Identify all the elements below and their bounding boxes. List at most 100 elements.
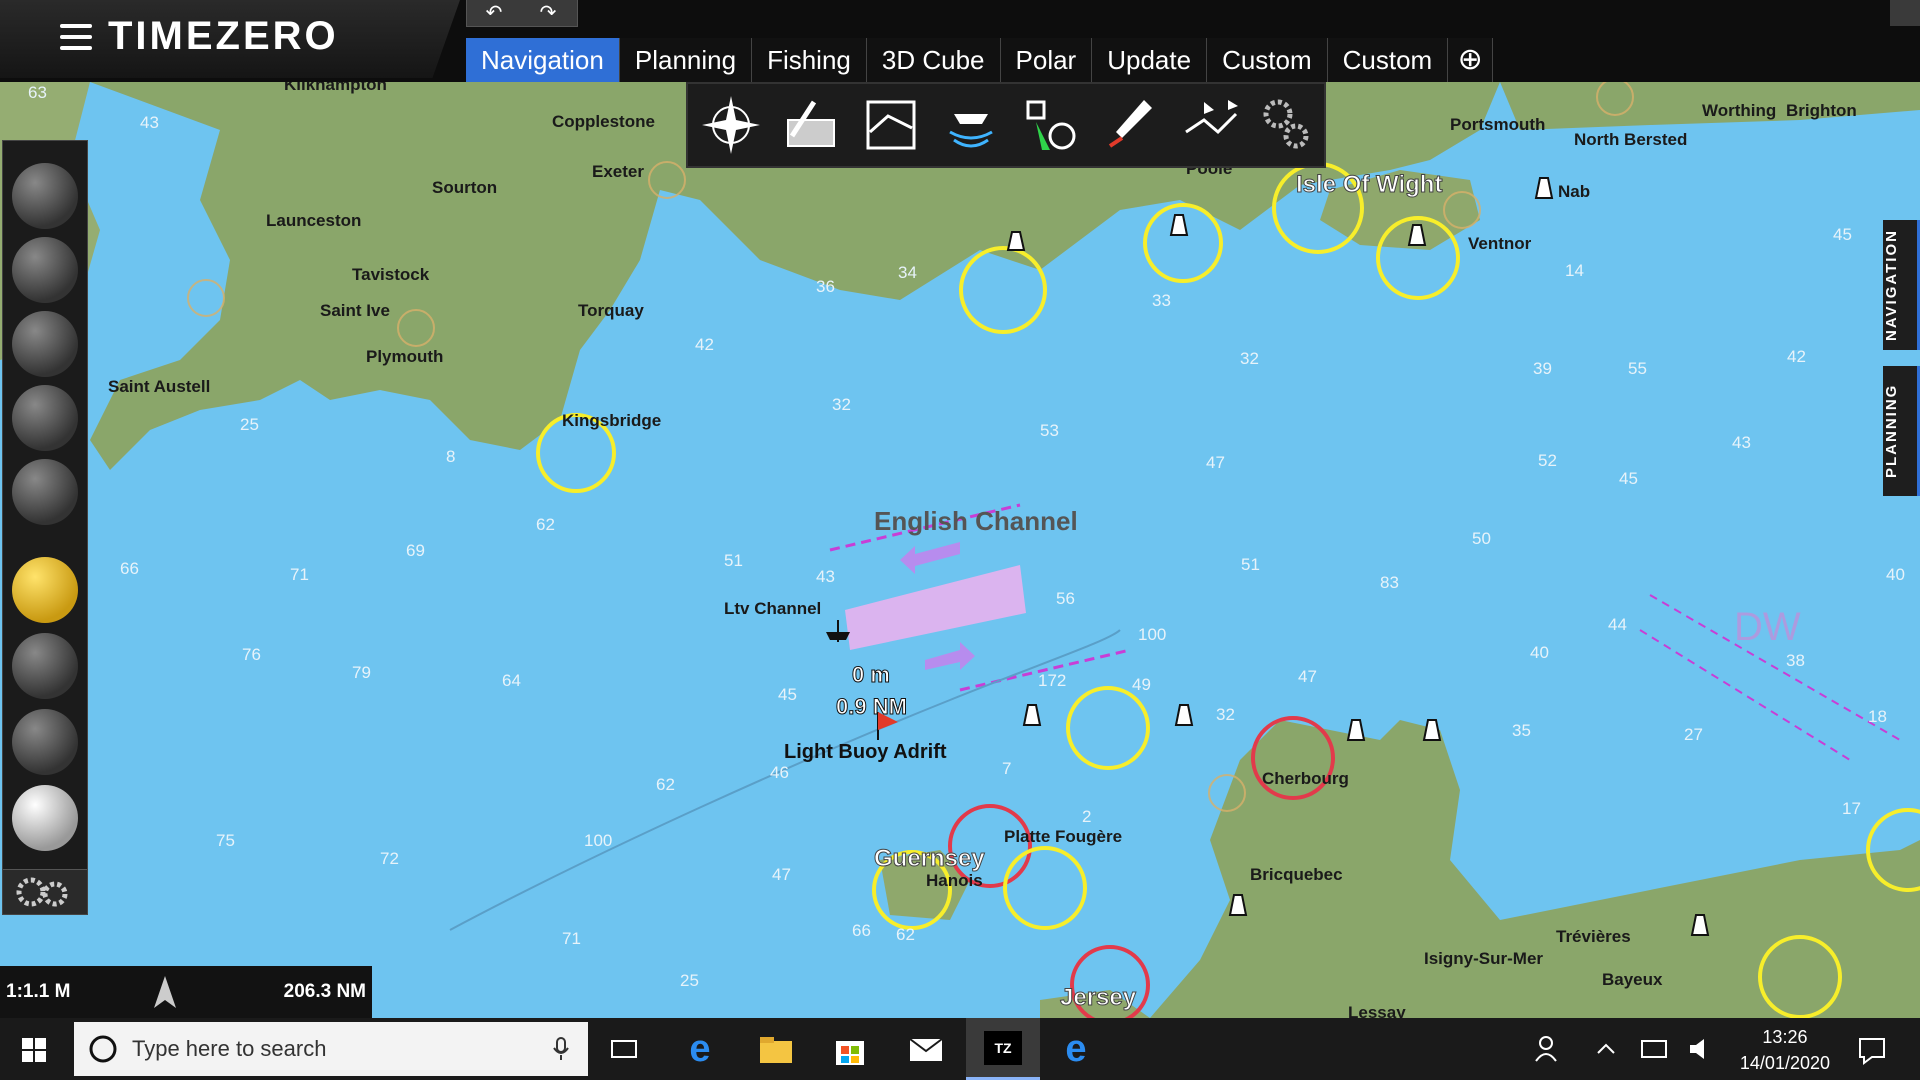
rocket-marker-icon[interactable] bbox=[1098, 92, 1164, 158]
depth-sounding: 71 bbox=[290, 565, 309, 584]
undo-icon[interactable]: ↶ bbox=[467, 0, 521, 26]
label-sourton: Sourton bbox=[432, 178, 497, 197]
label-english-channel: English Channel bbox=[874, 506, 1078, 536]
depth-sounding: 38 bbox=[1786, 651, 1805, 670]
vessel-3d-icon[interactable] bbox=[12, 311, 78, 377]
label-bayeux: Bayeux bbox=[1602, 970, 1663, 989]
depth-sounding: 25 bbox=[680, 971, 699, 990]
depth-sounding: 42 bbox=[1787, 347, 1806, 366]
sonar-icon[interactable] bbox=[938, 92, 1004, 158]
zoom-out-icon[interactable] bbox=[12, 459, 78, 525]
vessel-icon[interactable] bbox=[12, 163, 78, 229]
side-tab-navigation[interactable]: NAVIGATION bbox=[1883, 220, 1920, 350]
system-clock[interactable]: 13:26 14/01/2020 bbox=[1740, 1024, 1830, 1076]
settings-gear-icon[interactable] bbox=[1258, 92, 1314, 158]
pan-hand-icon[interactable] bbox=[12, 557, 78, 623]
depth-sounding: 39 bbox=[1533, 359, 1552, 378]
depth-sounding: 62 bbox=[896, 925, 915, 944]
search-placeholder: Type here to search bbox=[132, 1036, 327, 1061]
microphone-icon[interactable] bbox=[552, 1036, 570, 1062]
label-guernsey: Guernsey bbox=[874, 845, 985, 872]
compass-rose-icon[interactable] bbox=[698, 92, 764, 158]
tab-3d-cube[interactable]: 3D Cube bbox=[866, 38, 1001, 82]
mail-icon[interactable] bbox=[906, 1029, 946, 1069]
north-arrow-icon[interactable] bbox=[150, 974, 180, 1010]
depth-sounding: 17 bbox=[1842, 799, 1861, 818]
label-tavistock: Tavistock bbox=[352, 265, 430, 284]
label-trevieres: Trévières bbox=[1556, 927, 1631, 946]
label-brighton: Brighton bbox=[1786, 101, 1857, 120]
target-select-icon[interactable] bbox=[1018, 92, 1084, 158]
windows-taskbar: Type here to search e TZ e 13:26 14/01/2… bbox=[0, 1018, 1920, 1080]
label-platte-fougere: Platte Fougère bbox=[1004, 827, 1122, 846]
internet-explorer-icon[interactable]: e bbox=[1056, 1029, 1096, 1069]
depth-sounding: 45 bbox=[1833, 225, 1852, 244]
label-saint-austell: Saint Austell bbox=[108, 377, 210, 396]
edge-icon[interactable]: e bbox=[680, 1029, 720, 1069]
tab-custom-1[interactable]: Custom bbox=[1207, 38, 1328, 82]
store-icon[interactable] bbox=[830, 1029, 870, 1069]
taskbar-search-box[interactable]: Type here to search bbox=[74, 1022, 588, 1076]
chart-layer-icon[interactable] bbox=[858, 92, 924, 158]
label-saint-ive: Saint Ive bbox=[320, 301, 390, 320]
label-copplestone: Copplestone bbox=[552, 112, 655, 131]
network-icon[interactable] bbox=[1634, 1029, 1674, 1069]
tab-custom-2[interactable]: Custom bbox=[1327, 38, 1449, 82]
depth-sounding: 66 bbox=[120, 559, 139, 578]
label-kingsbridge: Kingsbridge bbox=[562, 411, 661, 430]
zoom-in-icon[interactable] bbox=[12, 385, 78, 451]
mob-icon[interactable] bbox=[12, 785, 78, 851]
window-control[interactable] bbox=[1890, 0, 1920, 26]
notifications-icon[interactable] bbox=[1852, 1029, 1892, 1069]
depth-sounding: 8 bbox=[446, 447, 455, 466]
redo-icon[interactable]: ↷ bbox=[521, 0, 575, 26]
tab-polar[interactable]: Polar bbox=[1000, 38, 1093, 82]
depth-sounding: 47 bbox=[1206, 453, 1225, 472]
label-isle-of-wight: Isle Of Wight bbox=[1296, 171, 1442, 198]
volume-icon[interactable] bbox=[1682, 1029, 1722, 1069]
depth-sounding: 83 bbox=[1380, 573, 1399, 592]
file-explorer-icon[interactable] bbox=[756, 1029, 796, 1069]
workspace-tabs: Navigation Planning Fishing 3D Cube Pola… bbox=[466, 38, 1494, 82]
depth-sounding: 40 bbox=[1530, 643, 1549, 662]
tab-update[interactable]: Update bbox=[1092, 38, 1208, 82]
people-icon[interactable] bbox=[1528, 1029, 1568, 1069]
route-planning-icon[interactable] bbox=[778, 92, 844, 158]
depth-sounding: 46 bbox=[770, 763, 789, 782]
add-tab-button[interactable]: ⊕ bbox=[1448, 38, 1494, 82]
side-tab-planning[interactable]: PLANNING bbox=[1883, 366, 1920, 496]
toolbar-settings-icon[interactable] bbox=[3, 869, 87, 914]
depth-sounding: 75 bbox=[216, 831, 235, 850]
tab-fishing[interactable]: Fishing bbox=[752, 38, 867, 82]
whistle-icon[interactable] bbox=[12, 709, 78, 775]
dividers-icon[interactable] bbox=[12, 633, 78, 699]
clock-date: 14/01/2020 bbox=[1739, 1053, 1830, 1073]
depth-sounding: 45 bbox=[778, 685, 797, 704]
label-ventnor: Ventnor bbox=[1468, 234, 1532, 253]
task-view-icon[interactable] bbox=[604, 1029, 644, 1069]
depth-sounding: 63 bbox=[28, 83, 47, 102]
left-toolbar bbox=[2, 140, 88, 915]
vessel-offset-icon[interactable] bbox=[12, 237, 78, 303]
label-kilkhampton: Kilkhampton bbox=[284, 82, 387, 94]
depth-sounding: 47 bbox=[772, 865, 791, 884]
depth-sounding: 33 bbox=[1152, 291, 1171, 310]
depth-sounding: 49 bbox=[1132, 675, 1151, 694]
chart-map[interactable]: Kilkhampton Copplestone Exeter Sourton L… bbox=[0, 75, 1920, 1018]
depth-sounding: 52 bbox=[1538, 451, 1557, 470]
menu-icon[interactable] bbox=[60, 24, 92, 50]
tab-navigation[interactable]: Navigation bbox=[466, 38, 620, 82]
depth-sounding: 43 bbox=[140, 113, 159, 132]
timezero-taskbar-app[interactable]: TZ bbox=[966, 1018, 1040, 1080]
depth-sounding: 50 bbox=[1472, 529, 1491, 548]
waypoint-route-icon[interactable] bbox=[1178, 92, 1244, 158]
tab-planning[interactable]: Planning bbox=[619, 38, 753, 82]
depth-sounding: 43 bbox=[1732, 433, 1751, 452]
tray-chevron-icon[interactable] bbox=[1586, 1029, 1626, 1069]
tools-popup bbox=[686, 82, 1326, 168]
clock-time: 13:26 bbox=[1762, 1027, 1808, 1047]
depth-sounding: 62 bbox=[656, 775, 675, 794]
label-light-buoy: Light Buoy Adrift bbox=[784, 741, 947, 763]
depth-sounding: 100 bbox=[584, 831, 612, 850]
windows-start-icon[interactable] bbox=[22, 1038, 46, 1062]
